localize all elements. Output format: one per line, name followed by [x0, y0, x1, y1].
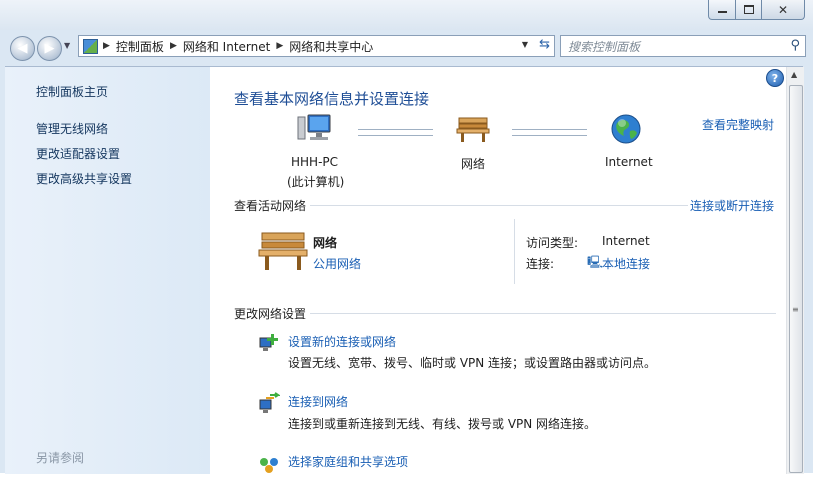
scroll-grip-icon: ≡ [792, 305, 799, 314]
forward-arrow-icon: ▶ [44, 41, 55, 56]
scrollbar-thumb[interactable]: ≡ [789, 85, 803, 473]
connection-line [512, 129, 587, 136]
minimize-button[interactable] [708, 0, 736, 20]
search-input[interactable]: 搜索控制面板 [568, 38, 640, 55]
sidebar-link-adapter-settings[interactable]: 更改适配器设置 [36, 145, 120, 162]
task-homegroup-sharing[interactable]: 选择家庭组和共享选项 [288, 453, 408, 470]
computer-name: HHH-PC [291, 155, 339, 169]
new-connection-icon [258, 332, 280, 354]
globe-internet-icon[interactable] [610, 113, 642, 145]
vertical-divider [514, 219, 515, 284]
task-setup-new-connection[interactable]: 设置新的连接或网络 [288, 333, 396, 350]
task-connect-desc: 连接到或重新连接到无线、有线、拨号或 VPN 网络连接。 [288, 417, 597, 431]
forward-button[interactable]: ▶ [37, 36, 62, 61]
homegroup-icon [258, 452, 280, 474]
network-type-link[interactable]: 公用网络 [313, 255, 361, 272]
local-connection-link[interactable]: 本地连接 [602, 255, 650, 272]
computer-icon[interactable] [297, 113, 333, 145]
window-controls: ✕ [708, 0, 805, 20]
sidebar-link-advanced-sharing[interactable]: 更改高级共享设置 [36, 170, 132, 187]
view-full-map-link[interactable]: 查看完整映射 [702, 116, 774, 133]
task-connect-to-network[interactable]: 连接到网络 [288, 393, 348, 410]
connection-line [358, 129, 433, 136]
task-setup-desc: 设置无线、宽带、拨号、临时或 VPN 连接；或设置路由器或访问点。 [288, 356, 657, 370]
breadcrumb-network-sharing-center[interactable]: 网络和共享中心 [289, 38, 373, 55]
main-pane: 查看基本网络信息并设置连接 查看完整映射 HHH-PC (此计算机) 网络 In… [210, 67, 786, 474]
active-network-name: 网络 [313, 236, 338, 250]
network-label: 网络 [461, 157, 486, 171]
page-title: 查看基本网络信息并设置连接 [234, 90, 430, 108]
maximize-icon [743, 5, 754, 14]
vertical-scrollbar[interactable]: ▲ ≡ [786, 67, 804, 474]
minimize-icon [717, 11, 727, 13]
computer-subtitle: (此计算机) [287, 175, 345, 189]
maximize-button[interactable] [736, 0, 762, 20]
back-arrow-icon: ◀ [17, 41, 28, 56]
search-box[interactable]: 搜索控制面板 ⚲ [560, 35, 806, 57]
see-also-label: 另请参阅 [36, 451, 85, 465]
content-area: 控制面板主页 管理无线网络 更改适配器设置 更改高级共享设置 另请参阅 查看基本… [5, 66, 804, 474]
window: ✕ ◀ ▶ ▼ ▶ 控制面板 ▶ 网络和 Internet ▶ 网络和共享中心 … [0, 0, 813, 474]
back-button[interactable]: ◀ [10, 36, 35, 61]
breadcrumb-separator: ▶ [103, 41, 110, 51]
recent-pages-dropdown[interactable]: ▼ [64, 41, 70, 50]
divider [310, 205, 688, 206]
access-type-value: Internet [602, 234, 650, 248]
active-networks-heading: 查看活动网络 [234, 199, 307, 213]
close-icon: ✕ [777, 2, 789, 17]
change-settings-heading: 更改网络设置 [234, 307, 307, 321]
sidebar-link-manage-wireless[interactable]: 管理无线网络 [36, 120, 108, 137]
chevron-down-icon: ▼ [64, 41, 71, 50]
control-panel-icon [83, 38, 98, 54]
address-dropdown-icon[interactable]: ▼ [522, 40, 528, 49]
breadcrumb-separator: ▶ [276, 41, 284, 51]
connections-label: 连接: [526, 257, 555, 271]
bench-network-large-icon [258, 229, 308, 273]
access-type-label: 访问类型: [526, 236, 579, 250]
scroll-up-arrow-icon[interactable]: ▲ [791, 70, 797, 79]
sidebar-link-control-panel-home[interactable]: 控制面板主页 [36, 83, 108, 100]
refresh-icon[interactable]: ⇆ [539, 37, 550, 52]
breadcrumb-separator: ▶ [169, 41, 177, 51]
ethernet-icon: 🖳 [587, 255, 604, 269]
help-icon[interactable]: ? [766, 69, 784, 87]
close-button[interactable]: ✕ [762, 0, 805, 20]
connect-disconnect-link[interactable]: 连接或断开连接 [690, 197, 774, 214]
breadcrumb-control-panel[interactable]: 控制面板 [116, 38, 164, 55]
internet-label: Internet [605, 155, 653, 169]
address-bar[interactable]: ▶ 控制面板 ▶ 网络和 Internet ▶ 网络和共享中心 ▼ ⇆ [78, 35, 555, 57]
title-bar: ✕ [0, 0, 813, 30]
breadcrumb-network-internet[interactable]: 网络和 Internet [183, 38, 270, 55]
divider [310, 313, 776, 314]
connect-network-icon [258, 392, 282, 414]
search-icon[interactable]: ⚲ [790, 38, 800, 53]
bench-network-icon[interactable] [456, 115, 490, 143]
left-pane: 控制面板主页 管理无线网络 更改适配器设置 更改高级共享设置 另请参阅 [5, 67, 210, 474]
